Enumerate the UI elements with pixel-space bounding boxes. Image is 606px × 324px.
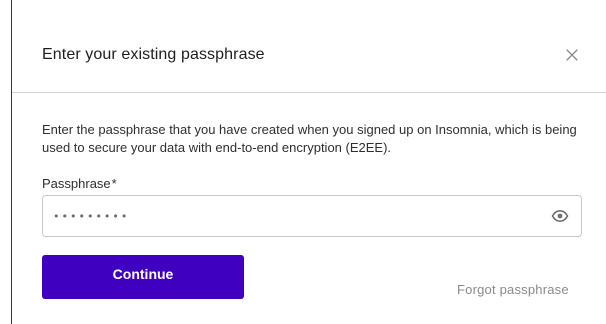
close-button[interactable] xyxy=(562,45,582,65)
dialog-title: Enter your existing passphrase xyxy=(42,46,265,63)
window-left-edge xyxy=(0,0,12,324)
passphrase-field xyxy=(42,195,582,237)
passphrase-label-text: Passphrase xyxy=(42,176,111,191)
passphrase-dialog: Enter your existing passphrase Enter the… xyxy=(12,0,606,324)
required-marker: * xyxy=(111,176,117,191)
dialog-body: Enter the passphrase that you have creat… xyxy=(12,93,606,324)
forgot-passphrase-link[interactable]: Forgot passphrase xyxy=(457,282,569,297)
screen: Enter your existing passphrase Enter the… xyxy=(0,0,606,324)
dialog-description: Enter the passphrase that you have creat… xyxy=(42,122,577,155)
dialog-header: Enter your existing passphrase xyxy=(12,0,606,93)
passphrase-input[interactable] xyxy=(53,196,533,236)
show-passphrase-button[interactable] xyxy=(551,207,569,225)
close-icon xyxy=(566,49,578,61)
eye-icon xyxy=(551,210,569,222)
continue-button[interactable]: Continue xyxy=(42,255,244,299)
passphrase-label: Passphrase* xyxy=(42,176,117,191)
